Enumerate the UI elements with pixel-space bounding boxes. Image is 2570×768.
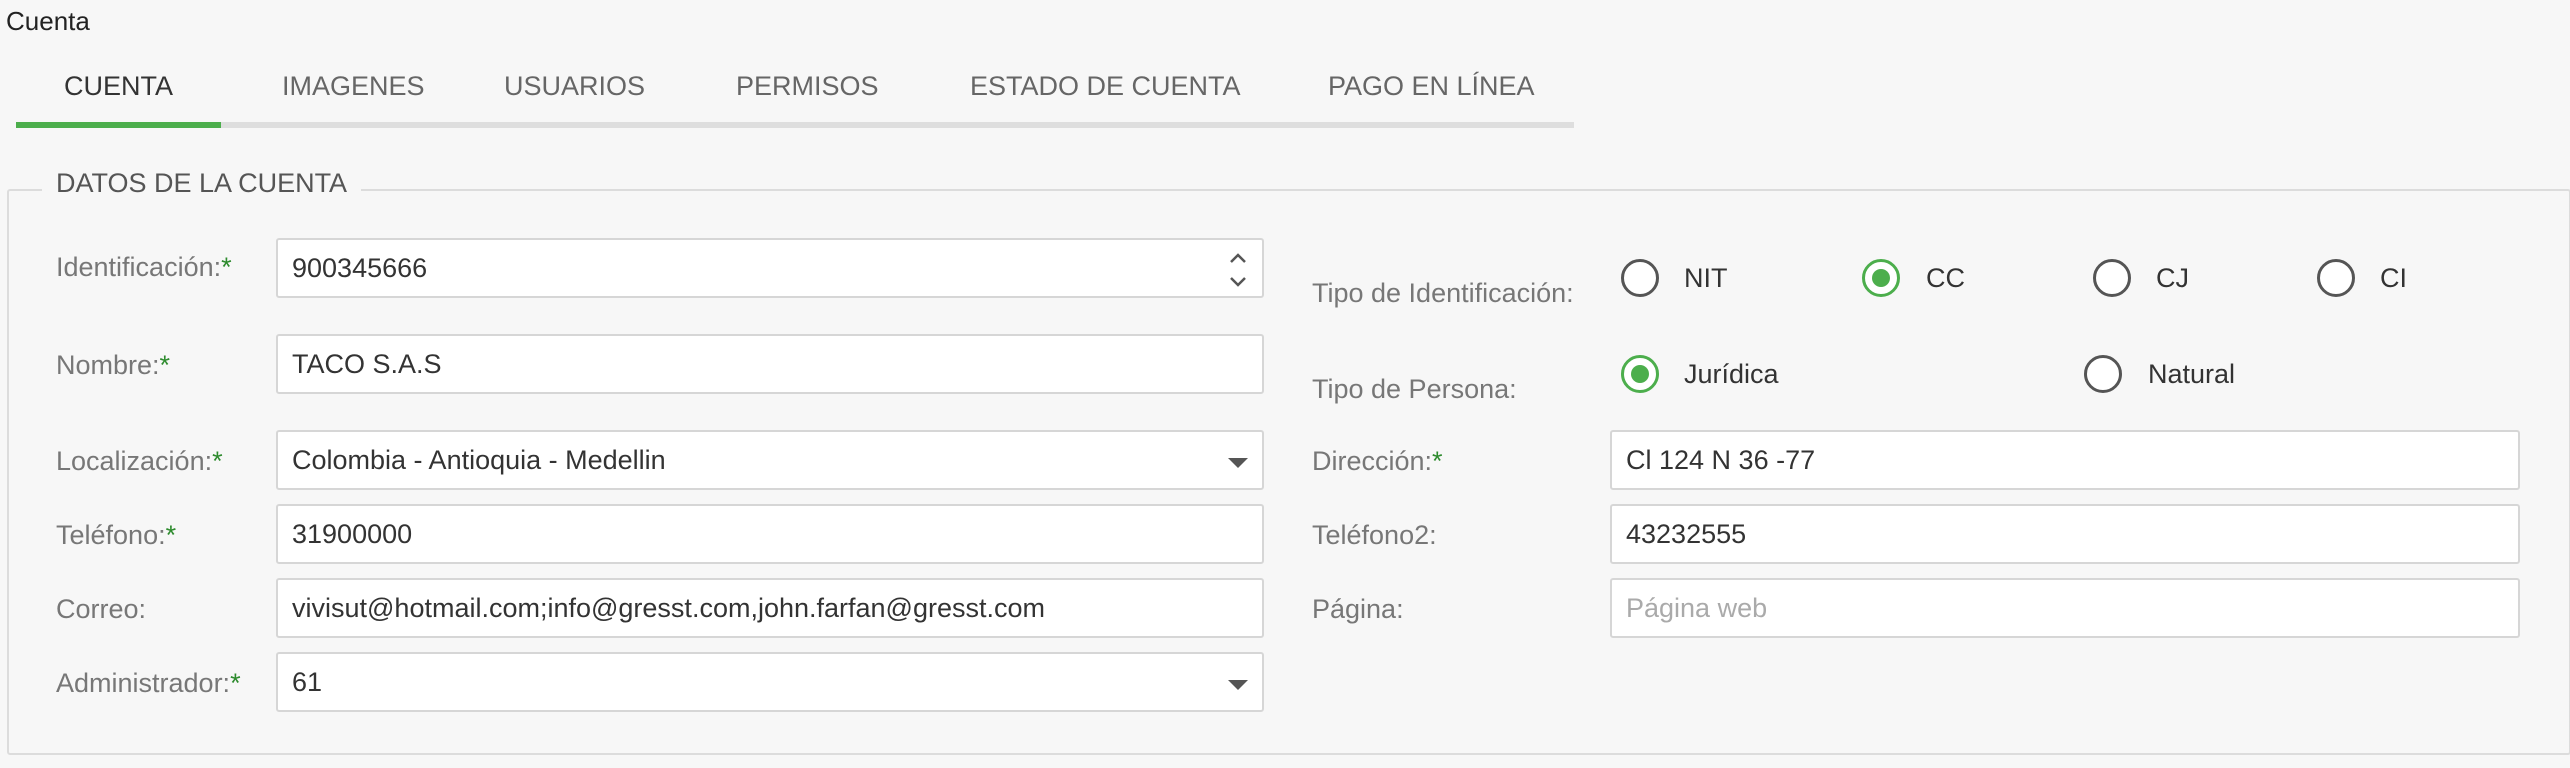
localizacion-value: Colombia - Antioquia - Medellin (292, 445, 666, 475)
radio-nit-label: NIT (1684, 263, 1728, 293)
telefono2-label: Teléfono2: (1312, 520, 1437, 550)
administrador-select[interactable]: 61 (276, 652, 1264, 712)
radio-juridica[interactable] (1621, 355, 1659, 393)
tab-imagenes[interactable]: IMAGENES (234, 60, 473, 128)
required-marker: * (212, 446, 223, 476)
required-marker: * (221, 252, 232, 282)
pagina-input[interactable]: Página web (1610, 578, 2520, 638)
pagina-label: Página: (1312, 594, 1404, 624)
required-marker: * (230, 668, 241, 698)
radio-natural[interactable] (2084, 355, 2122, 393)
direccion-label-text: Dirección: (1312, 446, 1433, 476)
identificacion-label-text: Identificación: (56, 252, 222, 282)
direccion-label: Dirección:* (1312, 446, 1443, 477)
identificacion-input[interactable]: 900345666 (276, 238, 1264, 298)
identificacion-value: 900345666 (292, 253, 428, 283)
telefono-input[interactable]: 31900000 (276, 504, 1264, 564)
tipo-persona-label: Tipo de Persona: (1312, 374, 1517, 404)
required-marker: * (165, 520, 177, 550)
localizacion-label-text: Localización: (56, 446, 213, 476)
radio-ci[interactable] (2317, 259, 2355, 297)
administrador-value: 61 (292, 667, 323, 697)
correo-input[interactable]: vivisut@hotmail.com;info@gresst.com,john… (276, 578, 1264, 638)
spinner-icon[interactable] (1228, 248, 1248, 292)
required-marker: * (159, 350, 171, 380)
radio-nit[interactable] (1621, 259, 1659, 297)
tab-permisos[interactable]: PERMISOS (688, 60, 927, 128)
tab-pago-en-linea[interactable]: PAGO EN LÍNEA (1280, 60, 1583, 128)
radio-cc-label: CC (1926, 263, 1965, 293)
chevron-down-icon[interactable] (1228, 680, 1248, 690)
localizacion-label: Localización:* (56, 446, 223, 477)
telefono-label-text: Teléfono: (56, 520, 166, 550)
chevron-down-icon[interactable] (1228, 458, 1248, 468)
nombre-label-text: Nombre: (56, 350, 160, 380)
correo-label: Correo: (56, 594, 147, 624)
radio-cc[interactable] (1862, 259, 1900, 297)
radio-cj[interactable] (2093, 259, 2131, 297)
section-legend: DATOS DE LA CUENTA (42, 168, 362, 199)
telefono2-input[interactable]: 43232555 (1610, 504, 2520, 564)
localizacion-select[interactable]: Colombia - Antioquia - Medellin (276, 430, 1264, 490)
administrador-label: Administrador:* (56, 668, 241, 699)
required-marker: * (1432, 446, 1443, 476)
tipo-identificacion-label: Tipo de Identificación: (1312, 278, 1574, 308)
radio-ci-label: CI (2380, 263, 2407, 293)
identificacion-label: Identificación:* (56, 252, 232, 283)
tab-bar: CUENTA IMAGENES USUARIOS PERMISOS ESTADO… (16, 60, 1574, 128)
administrador-label-text: Administrador: (56, 668, 231, 698)
tab-estado-de-cuenta[interactable]: ESTADO DE CUENTA (922, 60, 1289, 128)
radio-cj-label: CJ (2156, 263, 2189, 293)
nombre-input[interactable]: TACO S.A.S (276, 334, 1264, 394)
direccion-input[interactable]: Cl 124 N 36 -77 (1610, 430, 2520, 490)
radio-natural-label: Natural (2148, 359, 2236, 389)
tab-usuarios[interactable]: USUARIOS (456, 60, 693, 128)
nombre-label: Nombre:* (56, 350, 170, 381)
tab-cuenta[interactable]: CUENTA (16, 60, 222, 128)
radio-juridica-label: Jurídica (1684, 359, 1779, 389)
telefono-label: Teléfono:* (56, 520, 176, 551)
page-title: Cuenta (6, 6, 90, 36)
